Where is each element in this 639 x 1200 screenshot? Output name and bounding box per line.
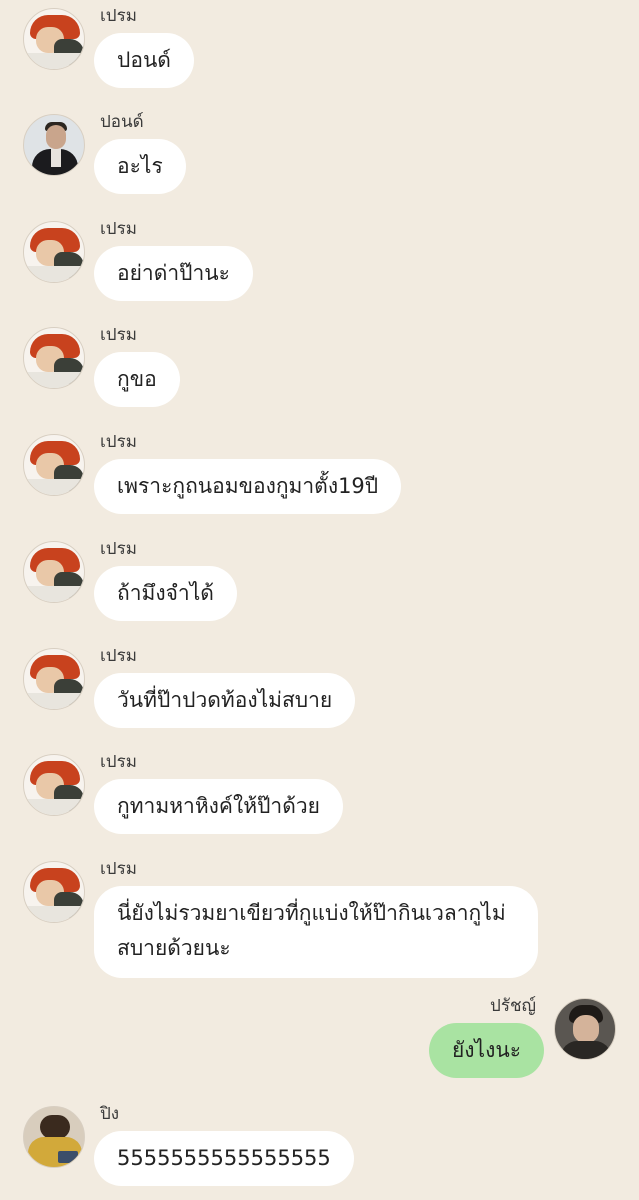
sender-name: เปรม — [100, 6, 137, 26]
avatar[interactable] — [23, 754, 85, 816]
sender-name: เปรม — [100, 219, 137, 239]
message-bubble[interactable]: นี่ยังไม่รวมยาเขียวที่กูแบ่งให้ป๊ากินเวล… — [94, 886, 538, 978]
avatar[interactable] — [23, 861, 85, 923]
sender-name: เปรม — [100, 859, 137, 879]
message-bubble[interactable]: ยังไงนะ — [428, 1023, 544, 1078]
sender-name: เปรม — [100, 752, 137, 772]
avatar[interactable] — [23, 434, 85, 496]
message-bubble[interactable]: วันที่ป๊าปวดท้องไม่สบาย — [94, 673, 356, 728]
sender-name: เปรม — [100, 325, 137, 345]
avatar[interactable] — [23, 1106, 85, 1168]
message-bubble[interactable]: ถ้ามึงจำได้ — [94, 566, 237, 621]
avatar[interactable] — [554, 998, 616, 1060]
avatar[interactable] — [23, 541, 85, 603]
sender-name: ปิง — [100, 1104, 120, 1124]
message-bubble[interactable]: กูทามหาหิงค์ให้ป๊าด้วย — [94, 779, 343, 834]
message-bubble[interactable]: 5555555555555555 — [94, 1131, 354, 1186]
sender-name: ปอนด์ — [100, 112, 144, 132]
avatar[interactable] — [23, 114, 85, 176]
avatar[interactable] — [23, 8, 85, 70]
message-bubble[interactable]: ปอนด์ — [94, 33, 194, 88]
sender-name: ปรัชญ์ — [490, 996, 536, 1016]
message-bubble[interactable]: กูขอ — [94, 352, 180, 407]
message-bubble[interactable]: อะไร — [94, 139, 186, 194]
message-bubble[interactable]: เพราะกูถนอมของกูมาตั้ง19ปี — [94, 459, 402, 514]
sender-name: เปรม — [100, 539, 137, 559]
sender-name: เปรม — [100, 432, 137, 452]
avatar[interactable] — [23, 327, 85, 389]
avatar[interactable] — [23, 648, 85, 710]
avatar[interactable] — [23, 221, 85, 283]
message-bubble[interactable]: อย่าด่าป๊านะ — [94, 246, 253, 301]
sender-name: เปรม — [100, 646, 137, 666]
chat-thread[interactable]: เปรม ปอนด์ ปอนด์ อะไร เปรม อย่าด่าป๊านะ … — [0, 0, 639, 1200]
